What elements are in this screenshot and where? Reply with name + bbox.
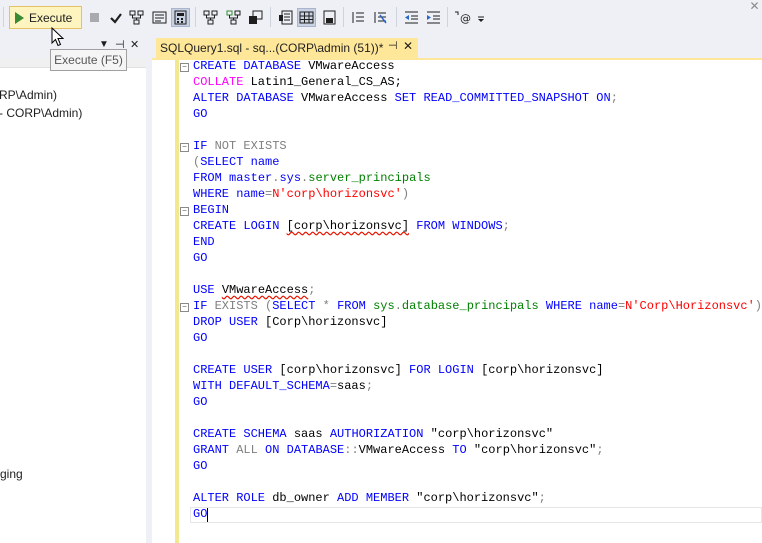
- tree-node[interactable]: ging: [0, 467, 23, 481]
- code-line: CREATE LOGIN [corp\horizonsvc] FROM WIND…: [193, 219, 510, 233]
- code-line: DROP USER [Corp\horizonsvc]: [193, 315, 388, 329]
- play-icon: [15, 11, 24, 24]
- code-line: (SELECT name: [193, 155, 280, 169]
- checkmark-icon: [109, 12, 122, 24]
- toolbar-separator: [447, 7, 448, 27]
- code-line: COLLATE Latin1_General_CS_AS;: [193, 75, 402, 89]
- code-line: ALTER ROLE db_owner ADD MEMBER "corp\hor…: [193, 491, 546, 505]
- results-to-grid-button[interactable]: [297, 8, 316, 27]
- code-line: GO: [193, 331, 208, 345]
- mouse-pointer-icon: [51, 27, 64, 47]
- intellisense-button[interactable]: [150, 8, 169, 27]
- change-tracking-margin: [175, 60, 179, 543]
- live-query-stats-button[interactable]: [224, 8, 243, 27]
- results-grid-icon: [299, 11, 314, 24]
- outdent-icon: [405, 11, 418, 24]
- results-file-icon: [323, 10, 336, 25]
- collapse-icon[interactable]: −: [180, 63, 189, 72]
- client-stats-icon: [249, 10, 263, 24]
- comment-out-button[interactable]: [349, 8, 368, 27]
- specify-template-values-button[interactable]: @: [453, 8, 475, 27]
- sqlcmd-mode-button[interactable]: [171, 8, 190, 27]
- collapse-icon[interactable]: −: [180, 207, 189, 216]
- close-tab-icon[interactable]: ✕: [403, 39, 413, 53]
- tab-title: SQLQuery1.sql - sq...(CORP\admin (51))*: [160, 41, 384, 55]
- uncomment-button[interactable]: [371, 8, 390, 27]
- current-line-highlight: [190, 507, 762, 523]
- toolbar-separator: [396, 7, 397, 27]
- toolbar-separator: [3, 7, 4, 27]
- text-caret: [207, 508, 208, 522]
- tree-node[interactable]: - CORP\Admin): [0, 106, 82, 120]
- pin-icon[interactable]: ⊣: [388, 39, 398, 52]
- calculator-icon: [174, 10, 187, 25]
- svg-text:@: @: [460, 12, 471, 25]
- toolbar-separator: [343, 7, 344, 27]
- code-line: IF EXISTS (SELECT * FROM sys.database_pr…: [193, 299, 762, 313]
- toolbar-separator: [195, 7, 196, 27]
- code-line: ALTER DATABASE VMwareAccess SET READ_COM…: [193, 91, 618, 105]
- toolbar-separator: [270, 7, 271, 27]
- collapse-icon[interactable]: −: [180, 143, 189, 152]
- tab-sqlquery1[interactable]: SQLQuery1.sql - sq...(CORP\admin (51))* …: [156, 38, 418, 58]
- code-line: GRANT ALL ON DATABASE::VMwareAccess TO "…: [193, 443, 604, 457]
- code-line: FROM master.sys.server_principals: [193, 171, 431, 185]
- query-editor[interactable]: − − − − CREATE DATABASE VMwareAccess COL…: [152, 60, 762, 543]
- code-line: CREATE SCHEMA saas AUTHORIZATION "corp\h…: [193, 427, 554, 441]
- object-explorer-pane: ▼ ⊣ ✕ RP\Admin) - CORP\Admin) ging: [0, 36, 146, 543]
- stop-icon: [90, 13, 99, 22]
- code-line: WHERE name=N'corp\horizonsvc'): [193, 187, 410, 201]
- results-text-icon: [279, 10, 293, 25]
- live-stats-icon: [226, 10, 241, 25]
- code-line: GO: [193, 507, 208, 521]
- code-line: GO: [193, 395, 208, 409]
- code-line: GO: [193, 459, 208, 473]
- code-line: USE VMwareAccess;: [193, 283, 316, 297]
- execute-button[interactable]: Execute: [9, 6, 82, 29]
- client-statistics-button[interactable]: [246, 8, 265, 27]
- decrease-indent-button[interactable]: [402, 8, 421, 27]
- tree-node[interactable]: RP\Admin): [0, 88, 57, 102]
- stop-button[interactable]: [85, 8, 104, 27]
- results-to-file-button[interactable]: [320, 8, 339, 27]
- template-params-icon: @: [455, 11, 471, 25]
- code-line: GO: [193, 251, 208, 265]
- close-icon[interactable]: ✕: [130, 38, 139, 51]
- intellisense-icon: [152, 11, 167, 24]
- results-to-text-button[interactable]: [276, 8, 295, 27]
- document-tab-strip: SQLQuery1.sql - sq...(CORP\admin (51))* …: [152, 36, 762, 58]
- code-line: GO: [193, 107, 208, 121]
- include-actual-plan-button[interactable]: [201, 8, 220, 27]
- code-line: CREATE USER [corp\horizonsvc] FOR LOGIN …: [193, 363, 604, 377]
- close-icon[interactable]: ✕: [745, 0, 762, 15]
- chevron-down-icon: [478, 16, 484, 22]
- actual-plan-icon: [203, 10, 218, 25]
- execute-button-label: Execute: [29, 10, 73, 25]
- code-line: END: [193, 235, 215, 249]
- uncomment-icon: [374, 12, 387, 24]
- code-line: IF NOT EXISTS: [193, 139, 287, 153]
- query-toolbar: Execute @ ✕: [0, 0, 762, 36]
- display-estimated-plan-button[interactable]: [127, 8, 146, 27]
- code-line: WITH DEFAULT_SCHEMA=saas;: [193, 379, 374, 393]
- toolbar-overflow-button[interactable]: [476, 8, 486, 27]
- parse-button[interactable]: [106, 8, 125, 27]
- code-line: CREATE DATABASE VMwareAccess: [193, 60, 395, 73]
- query-plan-icon: [129, 10, 144, 25]
- code-line: BEGIN: [193, 203, 230, 217]
- collapse-icon[interactable]: −: [180, 303, 189, 312]
- execute-tooltip: Execute (F5): [50, 49, 127, 71]
- increase-indent-button[interactable]: [424, 8, 443, 27]
- indent-icon: [427, 11, 440, 24]
- comment-icon: [352, 12, 364, 23]
